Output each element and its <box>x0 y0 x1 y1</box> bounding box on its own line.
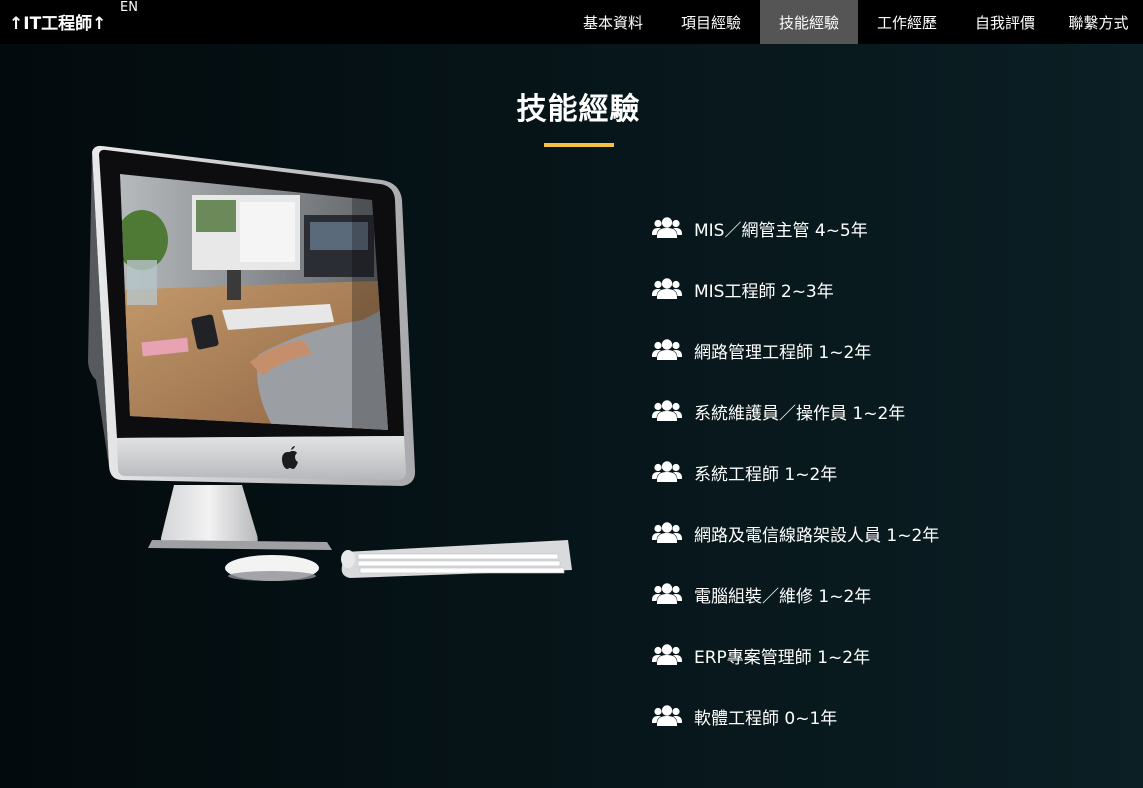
list-item: MIS／網管主管 4~5年 <box>652 198 939 259</box>
skill-label: ERP專案管理師 1~2年 <box>694 648 871 668</box>
list-item: 軟體工程師 0~1年 <box>652 686 939 747</box>
imac-desktop-computer-icon <box>88 145 572 581</box>
main-nav: 基本資料 項目經驗 技能經驗 工作經歷 自我評價 聯繫方式 <box>564 0 1143 44</box>
nav-item-contact[interactable]: 聯繫方式 <box>1054 0 1143 44</box>
skill-label: MIS／網管主管 4~5年 <box>694 221 868 241</box>
users-icon <box>652 643 682 665</box>
skills-list: MIS／網管主管 4~5年 MIS工程師 2~3年 網路管理工程師 1~2年 系… <box>652 198 939 747</box>
site-brand[interactable]: ↑IT工程師↑ <box>9 9 106 34</box>
skill-label: 系統維護員／操作員 1~2年 <box>694 404 906 424</box>
users-icon <box>652 277 682 299</box>
nav-item-self-evaluation[interactable]: 自我評價 <box>956 0 1054 44</box>
users-icon <box>652 521 682 543</box>
list-item: 系統工程師 1~2年 <box>652 442 939 503</box>
list-item: ERP專案管理師 1~2年 <box>652 625 939 686</box>
list-item: 網路及電信線路架設人員 1~2年 <box>652 503 939 564</box>
list-item: 網路管理工程師 1~2年 <box>652 320 939 381</box>
nav-item-project-experience[interactable]: 項目經驗 <box>662 0 760 44</box>
skill-label: 網路管理工程師 1~2年 <box>694 343 872 363</box>
list-item: 電腦組裝／維修 1~2年 <box>652 564 939 625</box>
users-icon <box>652 338 682 360</box>
users-icon <box>652 216 682 238</box>
nav-item-work-history[interactable]: 工作經歷 <box>858 0 956 44</box>
skill-label: 電腦組裝／維修 1~2年 <box>694 587 872 607</box>
users-icon <box>652 460 682 482</box>
users-icon <box>652 399 682 421</box>
top-navbar: ↑IT工程師↑ EN 基本資料 項目經驗 技能經驗 工作經歷 自我評價 聯繫方式 <box>0 0 1143 44</box>
language-toggle[interactable]: EN <box>120 0 138 15</box>
skill-label: 系統工程師 1~2年 <box>694 465 838 485</box>
users-icon <box>652 704 682 726</box>
nav-item-basic-info[interactable]: 基本資料 <box>564 0 662 44</box>
users-icon <box>652 582 682 604</box>
skill-label: 軟體工程師 0~1年 <box>694 709 838 729</box>
nav-item-skill-experience[interactable]: 技能經驗 <box>760 0 858 44</box>
skill-label: MIS工程師 2~3年 <box>694 282 834 302</box>
section-title: 技能經驗 <box>516 92 641 127</box>
skill-label: 網路及電信線路架設人員 1~2年 <box>694 526 940 546</box>
list-item: 系統維護員／操作員 1~2年 <box>652 381 939 442</box>
list-item: MIS工程師 2~3年 <box>652 259 939 320</box>
